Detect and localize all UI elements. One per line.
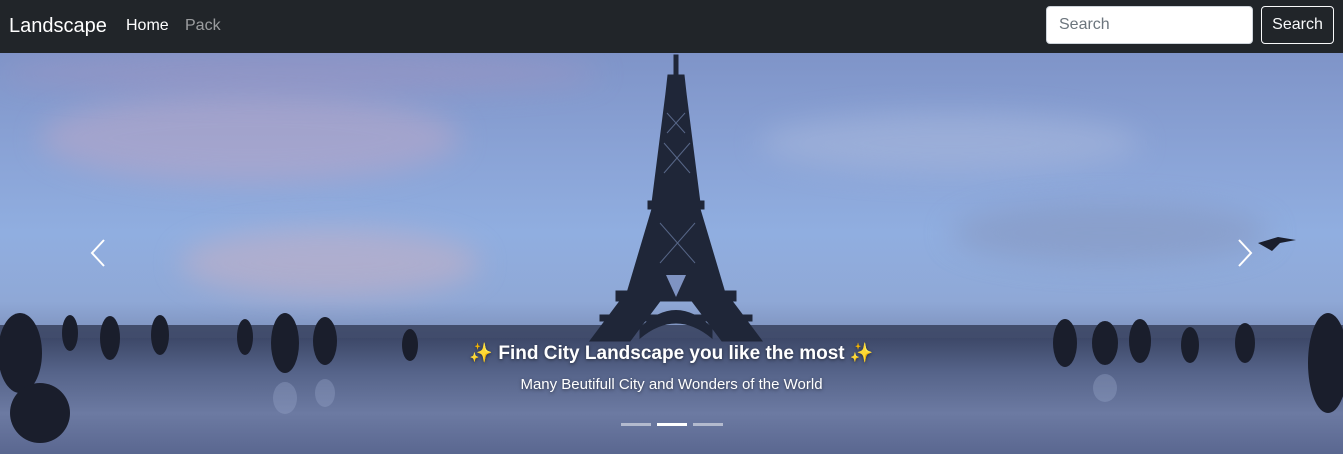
carousel-prev-button[interactable]	[78, 233, 118, 273]
search-button[interactable]: Search	[1261, 6, 1334, 44]
carousel-indicator-1[interactable]	[621, 423, 651, 426]
carousel-caption: ✨ Find City Landscape you like the most …	[0, 341, 1343, 395]
hero-carousel: ✨ Find City Landscape you like the most …	[0, 53, 1343, 454]
brand-logo[interactable]: Landscape	[9, 13, 107, 39]
caption-subtitle: Many Beutifull City and Wonders of the W…	[520, 376, 823, 393]
carousel-indicators	[621, 423, 723, 426]
nav-link-pack[interactable]: Pack	[185, 16, 221, 36]
chevron-left-icon	[90, 239, 105, 267]
nav-link-home[interactable]: Home	[126, 16, 169, 36]
caption-title: ✨ Find City Landscape you like the most …	[469, 343, 874, 364]
carousel-indicator-3[interactable]	[693, 423, 723, 426]
chevron-right-icon	[1238, 239, 1253, 267]
navbar: Landscape Home Pack Search	[0, 0, 1343, 53]
carousel-next-button[interactable]	[1225, 233, 1265, 273]
carousel-indicator-2[interactable]	[657, 423, 687, 426]
search-input[interactable]	[1046, 6, 1253, 44]
